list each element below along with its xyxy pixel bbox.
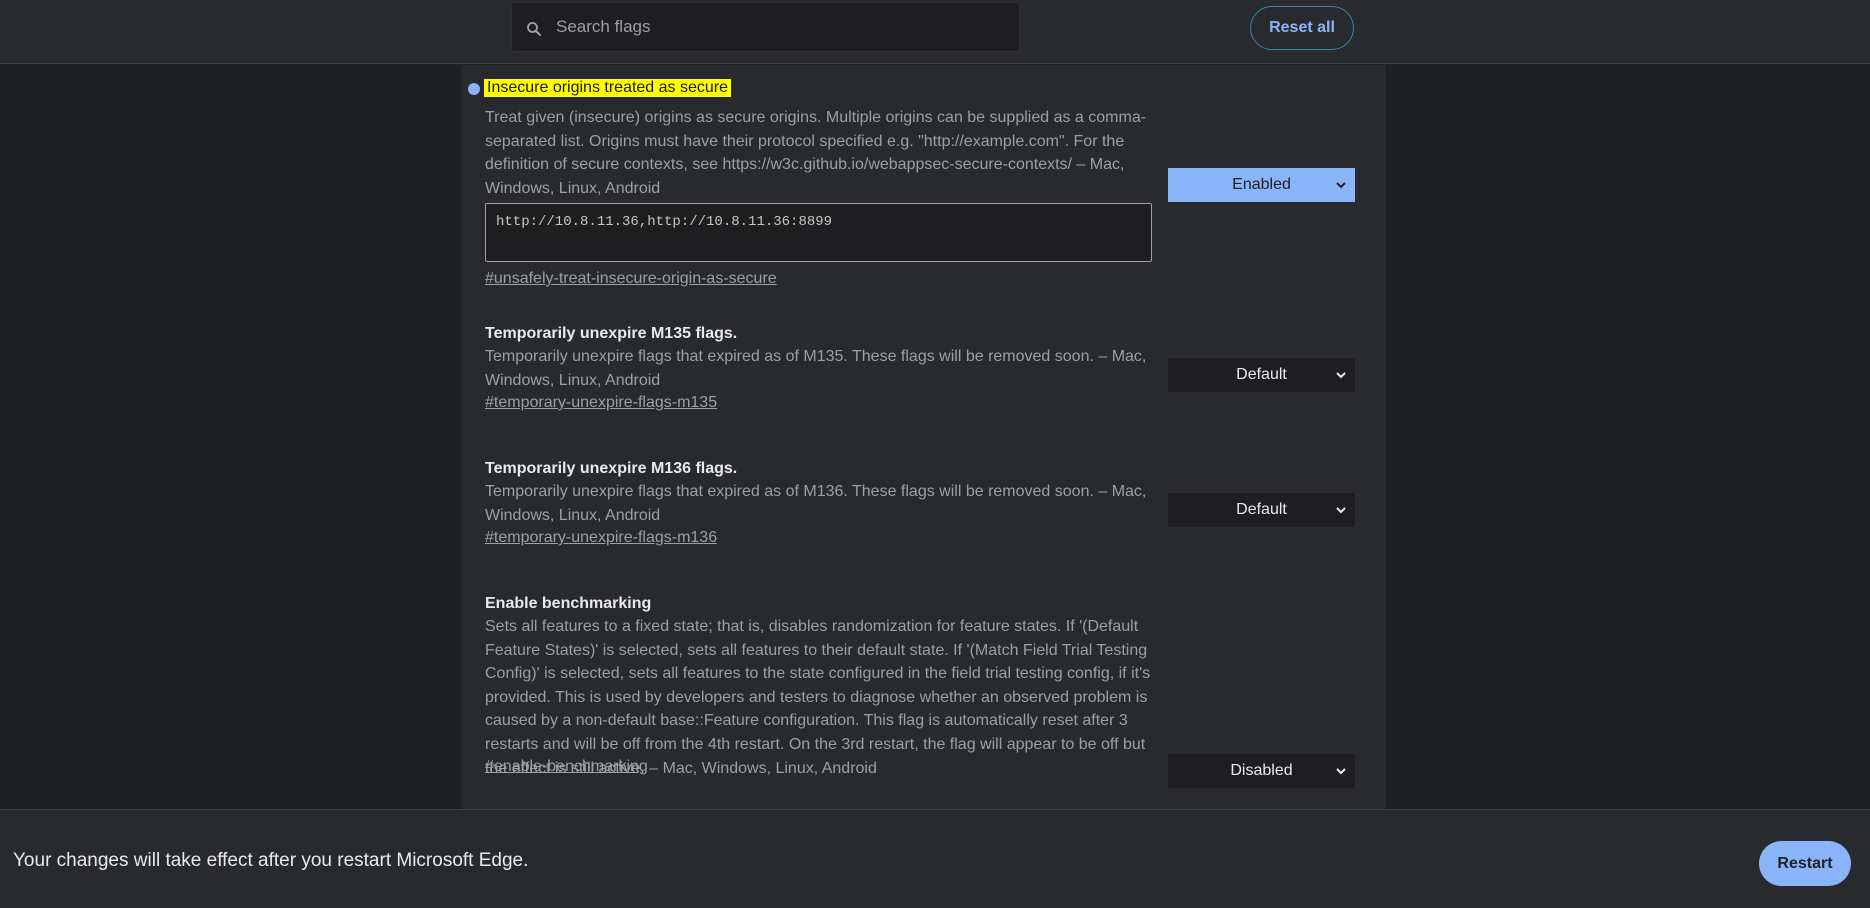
chevron-down-icon (1336, 507, 1346, 514)
search-input[interactable] (556, 3, 1011, 51)
flag-title: Insecure origins treated as secure (484, 79, 732, 97)
flag-item-enable-benchmarking: Enable benchmarking Sets all features to… (461, 595, 1386, 815)
flag-title: Temporarily unexpire M136 flags. (485, 460, 738, 477)
flags-header: Reset all (0, 0, 1870, 64)
flag-item-insecure-origins: Insecure origins treated as secure Treat… (461, 65, 1386, 300)
flag-state-value: Default (1236, 501, 1287, 518)
modified-indicator-dot (468, 83, 480, 95)
flag-description: Sets all features to a fixed state; that… (485, 618, 1151, 777)
flag-link[interactable]: #temporary-unexpire-flags-m136 (485, 529, 717, 547)
flag-state-select[interactable]: Default (1168, 358, 1355, 392)
chevron-down-icon (1336, 372, 1346, 379)
search-box[interactable] (511, 2, 1020, 52)
flag-state-select[interactable]: Disabled (1168, 754, 1355, 788)
flag-link[interactable]: #unsafely-treat-insecure-origin-as-secur… (485, 270, 777, 288)
flag-link[interactable]: #temporary-unexpire-flags-m135 (485, 394, 717, 412)
flag-item-unexpire-m135: Temporarily unexpire M135 flags. Tempora… (461, 325, 1386, 435)
flag-state-value: Disabled (1230, 762, 1293, 779)
reset-all-button[interactable]: Reset all (1250, 6, 1354, 50)
flag-description: Treat given (insecure) origins as secure… (485, 109, 1147, 197)
chevron-down-icon (1336, 768, 1346, 775)
flag-state-select[interactable]: Default (1168, 493, 1355, 527)
restart-message: Your changes will take effect after you … (13, 850, 529, 871)
flag-state-value: Enabled (1232, 176, 1291, 193)
flag-item-unexpire-m136: Temporarily unexpire M136 flags. Tempora… (461, 460, 1386, 570)
origins-input[interactable]: http://10.8.11.36,http://10.8.11.36:8899 (485, 203, 1152, 262)
flags-panel: Insecure origins treated as secure Treat… (461, 65, 1386, 810)
flag-title: Enable benchmarking (485, 595, 652, 612)
chevron-down-icon (1336, 182, 1346, 189)
flag-state-select[interactable]: Enabled (1168, 168, 1355, 202)
search-icon (527, 22, 541, 36)
flag-description: Temporarily unexpire flags that expired … (485, 348, 1147, 389)
flag-link[interactable]: #enable-benchmarking (485, 758, 648, 776)
restart-button[interactable]: Restart (1759, 841, 1851, 886)
flag-title: Temporarily unexpire M135 flags. (485, 325, 738, 342)
flag-description: Temporarily unexpire flags that expired … (485, 483, 1147, 524)
flag-state-value: Default (1236, 366, 1287, 383)
restart-notification-bar: Your changes will take effect after you … (0, 809, 1870, 908)
